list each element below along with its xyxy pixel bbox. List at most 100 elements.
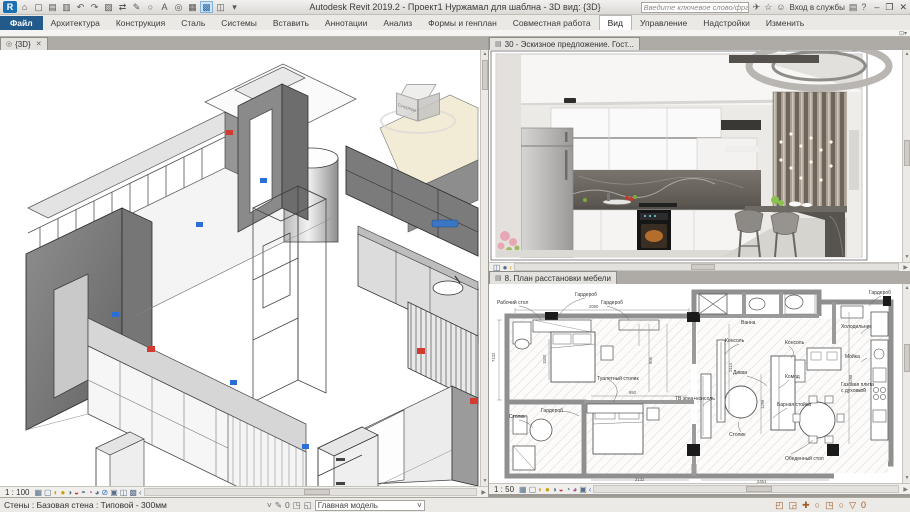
select-pinned-icon[interactable]: ○ bbox=[815, 500, 820, 510]
plan-visual-style-icon: ▢ bbox=[528, 484, 537, 494]
exclude-options-icon[interactable]: ◰ bbox=[775, 500, 784, 511]
tab-structure[interactable]: Конструкция bbox=[108, 16, 173, 30]
tab-architecture[interactable]: Архитектура bbox=[43, 16, 108, 30]
default-3d-view-icon[interactable]: ◎ bbox=[172, 1, 185, 13]
save-icon[interactable]: ▤ bbox=[46, 1, 59, 13]
background-process-icon[interactable]: ○ bbox=[839, 500, 844, 510]
help-icon[interactable]: ? bbox=[861, 2, 866, 12]
home-icon[interactable]: ⌂ bbox=[18, 1, 31, 13]
viewcube[interactable]: Спереди bbox=[378, 78, 458, 140]
plan-vertical-scrollbar[interactable]: ▲ ▼ bbox=[902, 284, 910, 483]
zoom-icon[interactable]: ○ bbox=[144, 1, 157, 13]
view-tab-3d-close-icon[interactable]: ✕ bbox=[36, 40, 42, 48]
tab-steel[interactable]: Сталь bbox=[173, 16, 213, 30]
section-icon[interactable]: ▦ bbox=[186, 1, 199, 13]
view3d-scale-button[interactable]: 1 : 100 bbox=[0, 488, 34, 497]
app-store-icon[interactable]: ▤ bbox=[849, 2, 858, 13]
tab-addins[interactable]: Надстройки bbox=[695, 16, 758, 30]
3d-view-icon: ◎ bbox=[6, 41, 13, 48]
account-icon[interactable]: ☺ bbox=[776, 2, 785, 12]
tab-view[interactable]: Вид bbox=[598, 15, 632, 30]
filter-count: 0 bbox=[860, 500, 866, 510]
tag-icon[interactable]: ✎ bbox=[130, 1, 143, 13]
dim-text: 950 bbox=[629, 390, 637, 395]
plan-temp-hide-icon: ◔ bbox=[565, 484, 571, 494]
plan-scroll-right-icon[interactable]: ▶ bbox=[901, 486, 910, 493]
ribbon-collapse-icon[interactable]: ⊡▾ bbox=[899, 30, 907, 37]
plan-scale-button[interactable]: 1 : 50 bbox=[489, 485, 519, 494]
send-feedback-icon[interactable]: ✈ bbox=[753, 2, 761, 13]
render-canvas[interactable] bbox=[489, 50, 902, 262]
render-scroll-right-icon[interactable]: ▶ bbox=[901, 264, 910, 271]
minimize-button[interactable]: – bbox=[874, 2, 879, 13]
render-view-control-bar: ◫ ● ‹ ▶ bbox=[489, 262, 910, 272]
status-chevron-icon[interactable]: ˅ bbox=[267, 500, 272, 510]
plan-horizontal-scrollbar[interactable] bbox=[593, 485, 900, 493]
tab-annotate[interactable]: Аннотации bbox=[317, 16, 376, 30]
plan-label: Гардероб bbox=[541, 408, 563, 414]
tab-manage[interactable]: Управление bbox=[632, 16, 695, 30]
undo-icon[interactable]: ↶ bbox=[74, 1, 87, 13]
tab-massing-site[interactable]: Формы и генплан bbox=[420, 16, 505, 30]
thin-lines-icon[interactable]: ▩ bbox=[200, 1, 213, 13]
sun-path-icon: ◐ bbox=[53, 487, 59, 497]
view3d-scroll-right-icon[interactable]: ▶ bbox=[479, 489, 488, 496]
view-tab-plan[interactable]: ▤ 8. План расстановки мебели bbox=[489, 271, 617, 284]
sign-in-button[interactable]: Вход в службы bbox=[790, 3, 845, 12]
plan-view-control-bar: 1 : 50 ▦ ▢ ◐ ● ◑ ◒ ◔ ◕ ▣ ‹ ▶ bbox=[489, 483, 910, 494]
design-options-icon[interactable]: ◱ bbox=[304, 500, 312, 511]
sync-icon[interactable]: ▥ bbox=[60, 1, 73, 13]
plan-label: Ванна bbox=[741, 320, 756, 326]
favorites-icon[interactable]: ☆ bbox=[764, 2, 772, 13]
measure-icon[interactable]: ⇄ bbox=[116, 1, 129, 13]
view3d-vcb-icons[interactable]: ▦ ▢ ◐ ● ◑ ◒ ◓ ◔ ◕ ⊘ ▣ ◫ ▩ ‹ bbox=[34, 488, 141, 497]
render-horizontal-scrollbar[interactable] bbox=[514, 263, 900, 271]
tab-collaborate[interactable]: Совместная работа bbox=[505, 16, 599, 30]
print-icon[interactable]: ▨ bbox=[102, 1, 115, 13]
worksets-icon[interactable]: ◳ bbox=[293, 500, 301, 511]
work-area: ◎ {3D} ✕ Спереди ▲ ▼ 1: 100 ▦ ▢ ◐ ● ◑ ◒… bbox=[0, 37, 910, 497]
text-icon[interactable]: A bbox=[158, 1, 171, 13]
tab-systems[interactable]: Системы bbox=[213, 16, 265, 30]
tab-modify[interactable]: Изменить bbox=[758, 16, 812, 30]
switch-windows-icon[interactable]: ◫ bbox=[214, 1, 227, 13]
qat-overflow-icon[interactable]: ▾ bbox=[228, 1, 241, 13]
view3d-vertical-scrollbar[interactable]: ▲ ▼ bbox=[480, 50, 488, 486]
editable-only-icon[interactable]: ✎ bbox=[275, 500, 282, 511]
editable-count: 0 bbox=[285, 500, 290, 510]
tab-file[interactable]: Файл bbox=[0, 16, 43, 30]
active-model-select[interactable]: Главная модель ˅ bbox=[314, 499, 425, 511]
reveal-hidden-icon: ◕ bbox=[94, 487, 100, 497]
filter-icon[interactable]: ▽ bbox=[849, 500, 856, 511]
revit-logo-icon[interactable]: R bbox=[3, 1, 17, 13]
tab-analyze[interactable]: Анализ bbox=[375, 16, 420, 30]
open-icon[interactable]: ▢ bbox=[32, 1, 45, 13]
edit-linked-icon[interactable]: ◲ bbox=[789, 500, 798, 511]
plan-label: Комод bbox=[785, 374, 800, 380]
tab-insert[interactable]: Вставить bbox=[265, 16, 317, 30]
view-tab-render-label: 30 - Эскизное предложение. Гост... bbox=[504, 39, 634, 49]
plan-detail-level-icon: ▦ bbox=[519, 484, 527, 494]
view3d-horizontal-scrollbar[interactable] bbox=[143, 488, 478, 496]
render-vertical-scrollbar[interactable]: ▲ ▼ bbox=[902, 50, 910, 262]
constraints-icon: ▣ bbox=[110, 487, 118, 497]
plan-reveal-icon: ◕ bbox=[572, 484, 578, 494]
plan-label: с духовкой bbox=[841, 387, 866, 394]
view3d-canvas[interactable]: Спереди bbox=[0, 50, 480, 486]
restore-button[interactable]: ❐ bbox=[885, 2, 893, 13]
plan-label: Обеденный стол bbox=[785, 455, 824, 462]
drag-elements-icon[interactable]: ◳ bbox=[825, 500, 834, 511]
select-underlay-icon[interactable]: ✚ bbox=[802, 500, 810, 511]
plan-label: Холодильник bbox=[841, 324, 872, 330]
view3d-view-control-bar: 1 : 100 ▦ ▢ ◐ ● ◑ ◒ ◓ ◔ ◕ ⊘ ▣ ◫ ▩ ‹ ▶ bbox=[0, 486, 488, 497]
dim-text: 7132 bbox=[491, 352, 496, 362]
close-button[interactable]: ✕ bbox=[899, 2, 907, 13]
view-tab-render[interactable]: ▤ 30 - Эскизное предложение. Гост... bbox=[489, 37, 640, 50]
help-search-input[interactable]: Введите ключевое слово/фразу bbox=[640, 1, 749, 13]
plan-view-icon: ▤ bbox=[495, 275, 502, 282]
plan-label: Гардероб bbox=[575, 292, 597, 298]
plan-vcb-icons[interactable]: ▦ ▢ ◐ ● ◑ ◒ ◔ ◕ ▣ ‹ bbox=[519, 485, 591, 494]
view-tab-3d[interactable]: ◎ {3D} ✕ bbox=[0, 37, 48, 50]
redo-icon[interactable]: ↷ bbox=[88, 1, 101, 13]
plan-canvas[interactable]: 7132 2060 2132 2451 2114 1298 1500 950 9… bbox=[489, 284, 902, 483]
